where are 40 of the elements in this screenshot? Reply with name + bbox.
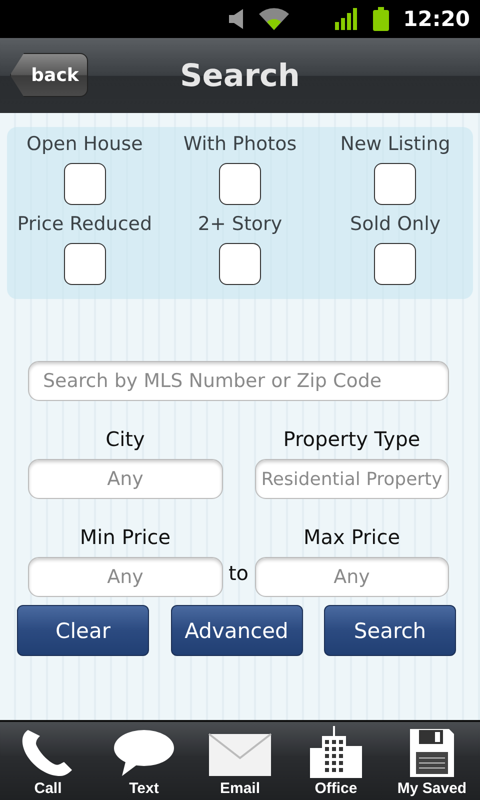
speaker-icon: [229, 9, 246, 29]
tab-button[interactable]: Office: [291, 722, 381, 800]
filter-label: Sold Only: [350, 213, 441, 235]
wifi-icon: [259, 8, 290, 30]
page-title: Search: [180, 58, 300, 94]
property-type-label: Property Type: [283, 427, 420, 451]
filter-label: 2+ Story: [198, 213, 282, 235]
tab-button[interactable]: Call: [3, 722, 93, 800]
tab-button[interactable]: My Saved: [387, 722, 477, 800]
tab-button[interactable]: Email: [195, 722, 285, 800]
back-button[interactable]: back: [10, 53, 88, 97]
filter-label: With Photos: [183, 133, 297, 155]
office-building-icon: [308, 726, 364, 778]
min-price-label: Min Price: [80, 525, 171, 549]
checkbox[interactable]: [218, 163, 261, 205]
property-type-field[interactable]: Residential Property: [254, 459, 449, 499]
min-price-field[interactable]: Any: [28, 557, 222, 597]
checkbox[interactable]: [64, 243, 106, 285]
action-button[interactable]: Clear: [17, 605, 149, 656]
checkbox[interactable]: [218, 243, 261, 285]
search-field[interactable]: Search by MLS Number or Zip Code: [28, 361, 449, 401]
action-button[interactable]: Search: [324, 605, 456, 656]
envelope-icon: [208, 732, 272, 778]
filter-label: Price Reduced: [17, 213, 152, 235]
speech-bubble-icon: [112, 728, 176, 778]
max-price-label: Max Price: [304, 525, 400, 549]
battery-icon: [373, 7, 390, 31]
city-field[interactable]: Any: [28, 459, 222, 499]
action-button[interactable]: Advanced: [170, 605, 302, 656]
filter-label: Open House: [26, 133, 143, 155]
checkbox[interactable]: [374, 243, 416, 285]
checkbox[interactable]: [374, 163, 416, 205]
range-separator: to: [227, 561, 250, 587]
checkbox[interactable]: [64, 163, 106, 205]
filter-label: New Listing: [340, 133, 450, 155]
city-label: City: [106, 427, 145, 451]
tab-button[interactable]: Text: [99, 722, 189, 800]
max-price-field[interactable]: Any: [254, 557, 449, 597]
signal-icon: [335, 8, 360, 30]
clock-time: 12:20: [403, 7, 470, 31]
